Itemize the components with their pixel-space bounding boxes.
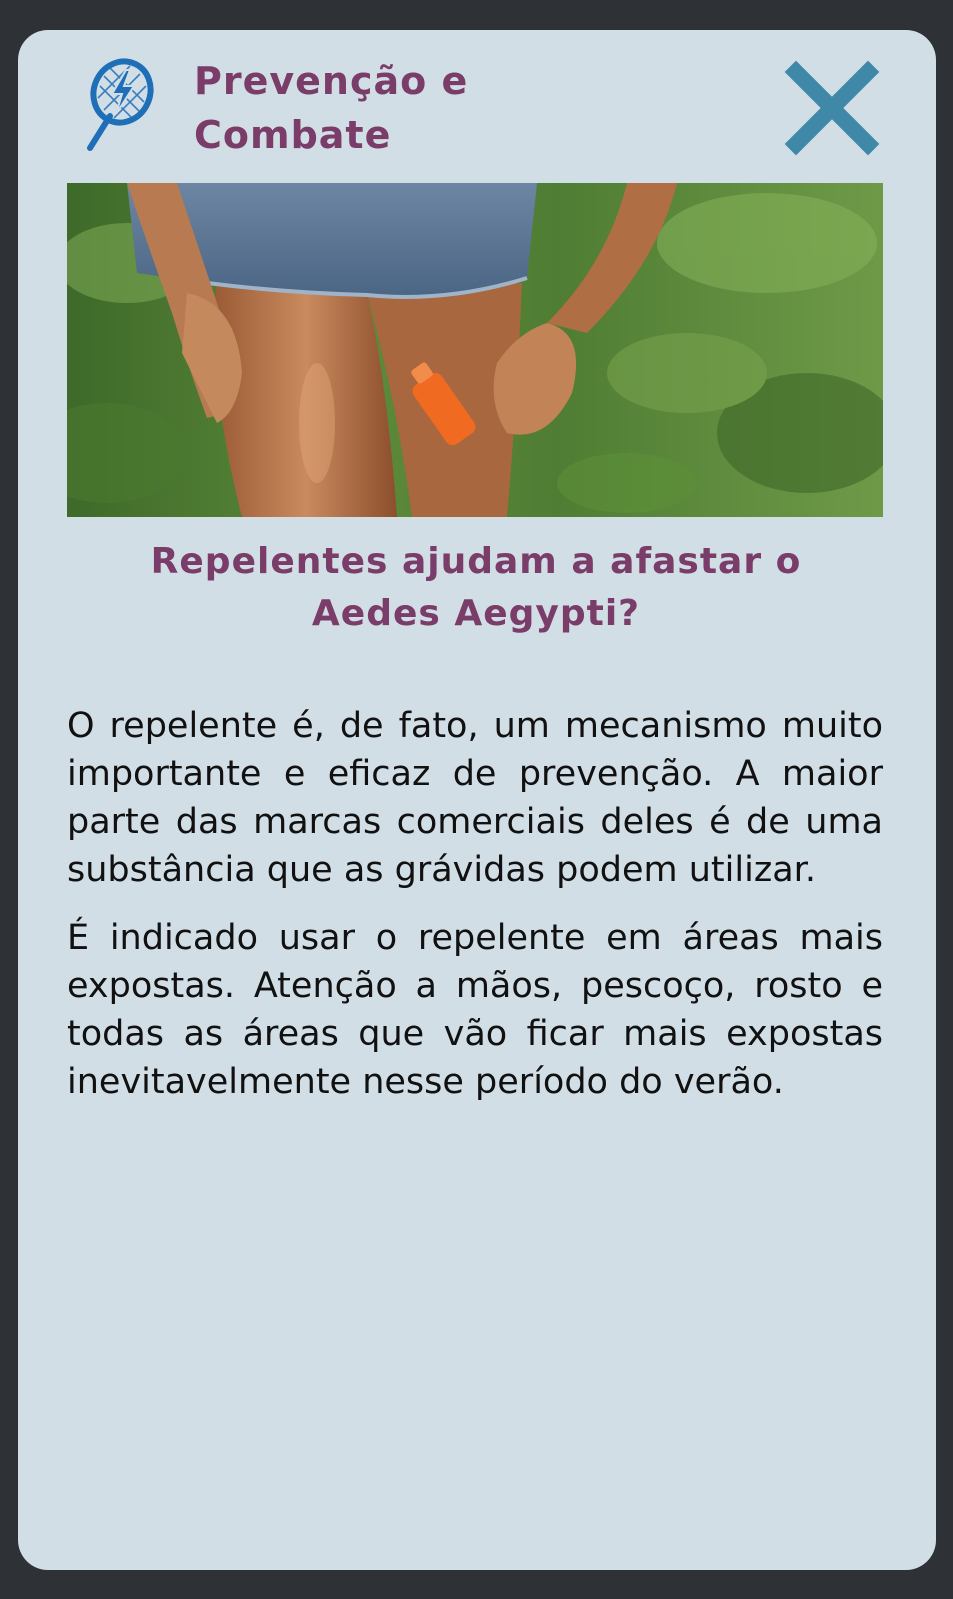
question-line-2: Aedes Aegypti? <box>311 593 641 634</box>
question-line-1: Repelentes ajudam a afastar o <box>150 541 802 582</box>
title-line-2: Combate <box>194 113 392 157</box>
article-body: O repelente é, de fato, um mecanismo mui… <box>67 702 883 1126</box>
repellent-spray-photo <box>67 183 883 517</box>
page-title: Prevenção e Combate <box>194 54 714 162</box>
title-line-1: Prevenção e <box>194 59 469 103</box>
paragraph-1: O repelente é, de fato, um mecanismo mui… <box>67 706 883 890</box>
paragraph-2: É indicado usar o repelente em áreas mai… <box>67 918 883 1102</box>
modal-card: Prevenção e Combate Repelentes ajudam a … <box>18 30 936 1570</box>
article-question: Repelentes ajudam a afastar o Aedes Aegy… <box>58 536 894 640</box>
close-icon[interactable] <box>782 58 882 158</box>
racket-lightning-icon <box>87 58 154 151</box>
modal-header: Prevenção e Combate <box>18 30 936 180</box>
